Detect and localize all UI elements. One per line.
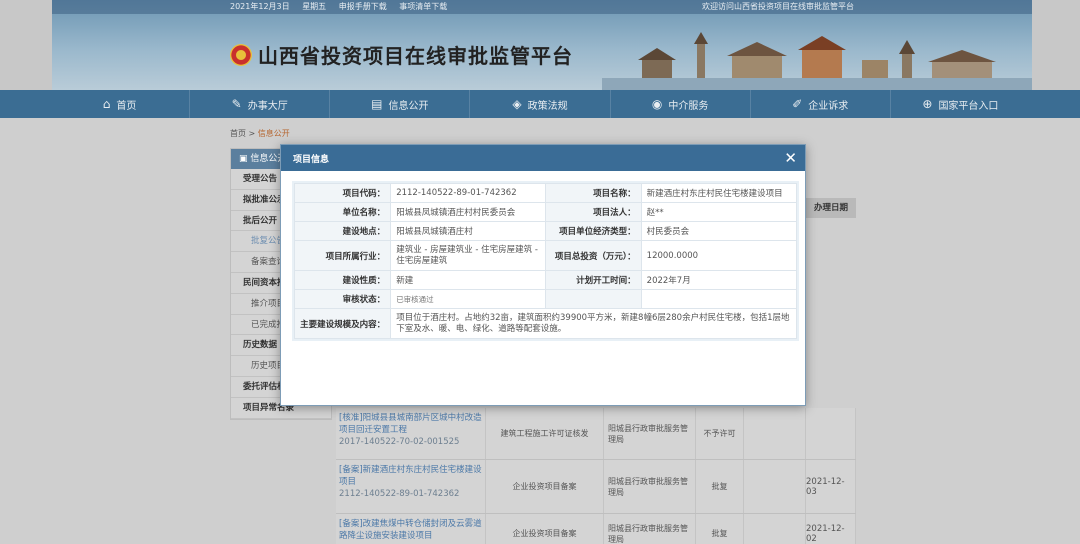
main-nav: ⌂ 首页 ✎ 办事大厅 ▤ 信息公开 ◈ 政策法规 ◉ 中介服务 ✐ 企业诉求 ⊕ 国家平台入… [0,90,1080,118]
nav-policy-label: 政策法规 [527,100,568,112]
field-label-nature: 建设性质： [293,270,392,290]
top-info-bar: 2021年12月3日 星期五 申报手册下载 事项清单下载 欢迎访问山西省投资项目… [52,0,1032,14]
project-table: [核准]阳城县县城南部片区城中村改造项目回迁安置工程 2017-140522-70… [336,408,856,544]
nav-policy[interactable]: ◈ 政策法规 [470,90,611,118]
field-label-industry: 项目所属行业： [293,240,392,271]
project-info-table: 项目代码： 2112-140522-89-01-742362 项目名称： 新建酒… [293,183,798,339]
field-label-invest: 项目总投资（万元）： [545,240,642,271]
empty-cell [744,460,806,513]
breadcrumb-home[interactable]: 首页 [230,129,246,138]
field-value-industry: 建筑业 - 房屋建筑业 - 住宅房屋建筑 - 住宅房屋建筑 [390,240,547,271]
empty-value-cell [640,289,798,309]
field-label-start: 计划开工时间： [545,270,642,290]
nav-intermediary-label: 中介服务 [668,100,709,112]
breadcrumb-current: 信息公开 [257,129,290,138]
checklist-download-link[interactable]: 事项清单下载 [399,2,447,11]
table-row[interactable]: [备案]新建酒庄村东庄村民住宅楼建设项目 2112-140522-89-01-74… [336,460,856,514]
table-header-date: 办理日期 [806,198,856,218]
field-value-nature: 新建 [390,270,547,290]
approval-type-cell: 企业投资项目备案 [486,514,604,544]
date-cell [806,408,856,459]
breadcrumb-separator: > [248,129,256,138]
welcome-text: 欢迎访问山西省投资项目在线审批监管平台 [702,2,854,11]
nav-national-platform-label: 国家平台入口 [938,100,999,112]
current-date: 2021年12月3日 [230,2,290,11]
site-logo[interactable]: 山西省投资项目在线审批监管平台 [230,40,573,69]
field-value-legal: 赵** [640,202,798,222]
date-cell: 2021-12-03 [806,460,856,513]
modal-title: 项目信息 [293,154,330,165]
nav-info-public-label: 信息公开 [388,100,429,112]
empty-label-cell [545,289,642,309]
nav-national-platform[interactable]: ⊕ 国家平台入口 [891,90,1030,118]
project-name-link[interactable]: [备案]改建焦煤中转仓储封闭及云雾道路降尘设施安装建设项目 [339,518,482,542]
nav-enterprise-appeal[interactable]: ✐ 企业诉求 [751,90,891,118]
nav-service-hall[interactable]: ✎ 办事大厅 [190,90,331,118]
project-code: 2017-140522-70-02-001525 [339,437,460,447]
edit-icon: ✎ [231,97,242,111]
result-cell: 批复 [696,460,744,513]
empty-cell [744,408,806,459]
field-label-name: 项目名称： [545,183,642,203]
city-skyline-banner [602,32,1032,90]
nav-intermediary[interactable]: ◉ 中介服务 [611,90,751,118]
field-value-unit: 阳城县凤城镇酒庄村村民委员会 [390,202,547,222]
breadcrumb: 首页 > 信息公开 [230,128,290,139]
modal-body: 项目代码： 2112-140522-89-01-742362 项目名称： 新建酒… [281,171,805,339]
layers-icon: ◈ [512,97,522,111]
field-label-econ: 项目单位经济类型： [545,221,642,241]
department-cell: 阳城县行政审批服务管理局 [604,460,696,513]
department-cell: 阳城县行政审批服务管理局 [604,514,696,544]
table-row[interactable]: [备案]改建焦煤中转仓储封闭及云雾道路降尘设施安装建设项目 企业投资项目备案 阳… [336,514,856,544]
modal-header: 项目信息 ✕ [281,145,805,171]
project-code: 2112-140522-89-01-742362 [339,489,460,499]
field-label-legal: 项目法人： [545,202,642,222]
project-name-link[interactable]: [备案]新建酒庄村东庄村民住宅楼建设项目 [339,464,482,488]
globe-icon: ⊕ [922,97,933,111]
national-emblem-icon [230,43,252,66]
field-value-site: 阳城县凤城镇酒庄村 [390,221,547,241]
document-icon: ▤ [371,97,383,111]
pencil-icon: ✐ [792,97,803,111]
field-value-start: 2022年7月 [640,270,798,290]
nav-enterprise-appeal-label: 企业诉求 [808,100,849,112]
field-value-scale: 项目位于酒庄村。占地约32亩，建筑面积约39900平方米，新建8幢6层280余户… [390,308,797,339]
site-title: 山西省投资项目在线审批监管平台 [258,44,573,68]
project-name-link[interactable]: [核准]阳城县县城南部片区城中村改造项目回迁安置工程 [339,412,482,436]
department-cell: 阳城县行政审批服务管理局 [604,408,696,459]
current-weekday: 星期五 [302,2,327,11]
approval-type-cell: 建筑工程施工许可证核发 [486,408,604,459]
top-left-links: 2021年12月3日 星期五 申报手册下载 事项清单下载 [230,0,457,14]
manual-download-link[interactable]: 申报手册下载 [339,2,387,11]
project-name-cell[interactable]: [核准]阳城县县城南部片区城中村改造项目回迁安置工程 2017-140522-70… [336,408,486,459]
result-cell: 批复 [696,514,744,544]
close-icon[interactable]: ✕ [784,150,797,166]
field-value-econ: 村民委员会 [640,221,798,241]
date-cell: 2021-12-02 [806,514,856,544]
home-icon: ⌂ [102,97,111,111]
result-cell: 不予许可 [696,408,744,459]
table-row[interactable]: [核准]阳城县县城南部片区城中村改造项目回迁安置工程 2017-140522-70… [336,408,856,460]
field-value-status: 已审核通过 [390,289,547,309]
field-label-unit: 单位名称： [293,202,392,222]
field-label-status: 审核状态： [293,289,392,309]
field-label-site: 建设地点： [293,221,392,241]
field-value-code: 2112-140522-89-01-742362 [390,183,547,203]
site-header: 2021年12月3日 星期五 申报手册下载 事项清单下载 欢迎访问山西省投资项目… [52,0,1032,90]
nav-home[interactable]: ⌂ 首页 [50,90,191,118]
nav-service-hall-label: 办事大厅 [247,100,288,112]
field-label-scale: 主要建设规模及内容： [293,308,392,339]
field-value-invest: 12000.0000 [640,240,798,271]
empty-cell [744,514,806,544]
approval-type-cell: 企业投资项目备案 [486,460,604,513]
project-name-cell[interactable]: [备案]新建酒庄村东庄村民住宅楼建设项目 2112-140522-89-01-74… [336,460,486,513]
nav-info-public[interactable]: ▤ 信息公开 [330,90,471,118]
project-name-cell[interactable]: [备案]改建焦煤中转仓储封闭及云雾道路降尘设施安装建设项目 [336,514,486,544]
field-value-name: 新建酒庄村东庄村民住宅楼建设项目 [640,183,798,203]
project-info-modal: 项目信息 ✕ 项目代码： 2112-140522-89-01-742362 项目… [280,144,806,406]
nav-home-label: 首页 [116,100,137,112]
field-label-code: 项目代码： [293,183,392,203]
compass-icon: ◉ [651,97,663,111]
